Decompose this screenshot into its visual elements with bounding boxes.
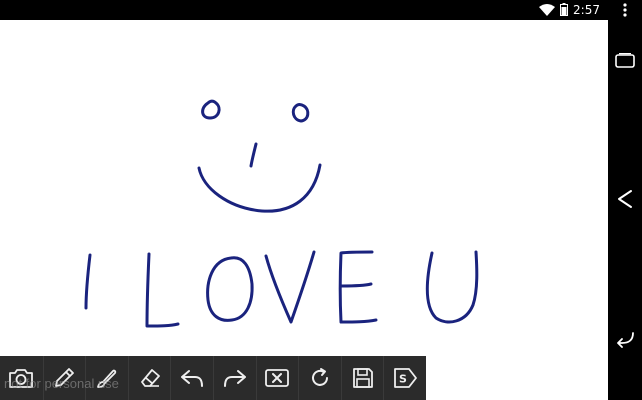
camera-icon bbox=[8, 367, 34, 389]
status-icons: 2:57 bbox=[539, 0, 600, 20]
undo-icon bbox=[179, 367, 205, 389]
more-vert-icon bbox=[623, 2, 627, 21]
share-icon: S bbox=[392, 366, 418, 390]
recent-apps-icon bbox=[615, 53, 635, 73]
letter-l-stroke bbox=[145, 252, 180, 328]
letter-o-stroke bbox=[206, 256, 254, 322]
eraser-button[interactable] bbox=[127, 356, 171, 400]
left-eye-stroke bbox=[201, 99, 221, 120]
drawing-canvas[interactable] bbox=[0, 20, 608, 356]
status-bar: 2:57 bbox=[0, 0, 608, 20]
letter-v-stroke bbox=[264, 250, 316, 324]
pencil-icon bbox=[52, 366, 76, 390]
camera-button[interactable] bbox=[0, 356, 43, 400]
status-time: 2:57 bbox=[573, 3, 600, 17]
share-button[interactable]: S bbox=[383, 356, 426, 400]
system-nav-bar bbox=[608, 22, 642, 400]
save-button[interactable] bbox=[340, 356, 384, 400]
redo-button[interactable] bbox=[212, 356, 256, 400]
right-eye-stroke bbox=[291, 103, 310, 123]
save-icon bbox=[351, 366, 375, 390]
drawing-toolbar: S bbox=[0, 356, 426, 400]
refresh-icon bbox=[308, 366, 332, 390]
wifi-icon bbox=[539, 1, 556, 20]
eraser-icon bbox=[138, 366, 162, 390]
home-button[interactable] bbox=[612, 188, 638, 214]
brush-icon bbox=[95, 366, 119, 390]
nose-stroke bbox=[249, 142, 258, 168]
back-button[interactable] bbox=[612, 328, 638, 354]
letter-e-stroke bbox=[338, 250, 378, 324]
clear-icon bbox=[264, 368, 290, 388]
recent-apps-button[interactable] bbox=[612, 50, 638, 76]
home-icon bbox=[617, 189, 633, 213]
battery-icon bbox=[560, 1, 569, 20]
canvas-bottom-area bbox=[426, 356, 608, 400]
mouth-stroke bbox=[197, 163, 322, 213]
pencil-button[interactable] bbox=[42, 356, 86, 400]
app-screen: 2:57 S not for personal use bbox=[0, 0, 642, 400]
svg-text:S: S bbox=[399, 373, 407, 386]
letter-u-stroke bbox=[425, 250, 479, 324]
clear-canvas-button[interactable] bbox=[255, 356, 299, 400]
undo-button[interactable] bbox=[170, 356, 213, 400]
drawing-strokes bbox=[84, 99, 479, 328]
redo-icon bbox=[222, 367, 248, 389]
overflow-menu-button[interactable] bbox=[608, 0, 642, 22]
refresh-button[interactable] bbox=[298, 356, 341, 400]
letter-i-stroke bbox=[84, 253, 92, 310]
back-icon bbox=[615, 330, 635, 352]
brush-button[interactable] bbox=[85, 356, 128, 400]
